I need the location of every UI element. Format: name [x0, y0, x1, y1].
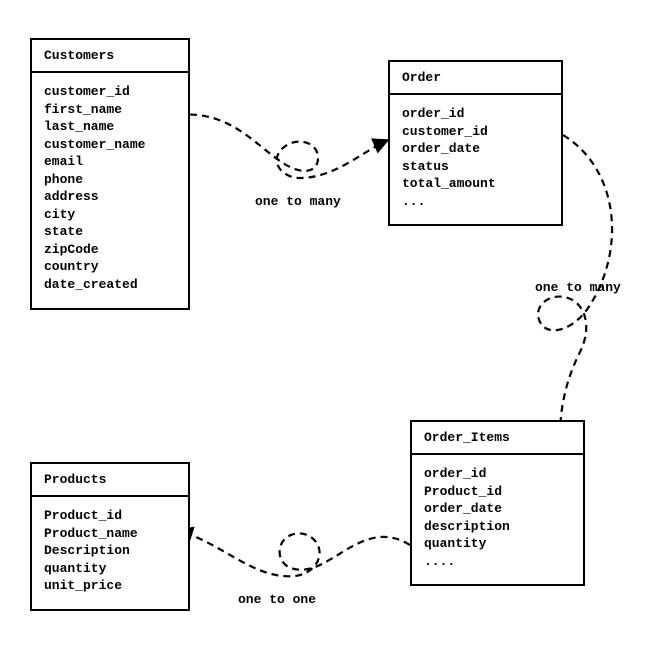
field: Product_id — [44, 507, 176, 525]
field: quantity — [44, 560, 176, 578]
field: order_id — [402, 105, 549, 123]
rel-customers-order — [178, 115, 388, 178]
label-order-orderitems: one to many — [535, 280, 621, 295]
field: address — [44, 188, 176, 206]
field: date_created — [44, 276, 176, 294]
field: ... — [402, 193, 549, 211]
field: email — [44, 153, 176, 171]
entity-customers-body: customer_id first_name last_name custome… — [32, 73, 188, 308]
field: Product_name — [44, 525, 176, 543]
field: quantity — [424, 535, 571, 553]
field: description — [424, 518, 571, 536]
field: order_id — [424, 465, 571, 483]
field: order_date — [402, 140, 549, 158]
rel-orderitems-products — [178, 530, 410, 576]
field: zipCode — [44, 241, 176, 259]
field: country — [44, 258, 176, 276]
field: last_name — [44, 118, 176, 136]
field: customer_name — [44, 136, 176, 154]
label-orderitems-products: one to one — [238, 592, 316, 607]
label-customers-order: one to many — [255, 194, 341, 209]
field: first_name — [44, 101, 176, 119]
field: status — [402, 158, 549, 176]
entity-order-items-body: order_id Product_id order_date descripti… — [412, 455, 583, 584]
entity-products-title: Products — [32, 464, 188, 497]
entity-order-items: Order_Items order_id Product_id order_da… — [410, 420, 585, 586]
entity-order-body: order_id customer_id order_date status t… — [390, 95, 561, 224]
field: total_amount — [402, 175, 549, 193]
field: city — [44, 206, 176, 224]
field: unit_price — [44, 577, 176, 595]
entity-products-body: Product_id Product_name Description quan… — [32, 497, 188, 609]
field: customer_id — [44, 83, 176, 101]
entity-products: Products Product_id Product_name Descrip… — [30, 462, 190, 611]
field: Product_id — [424, 483, 571, 501]
field: phone — [44, 171, 176, 189]
field: .... — [424, 553, 571, 571]
field: Description — [44, 542, 176, 560]
entity-customers-title: Customers — [32, 40, 188, 73]
entity-order-title: Order — [390, 62, 561, 95]
entity-order-items-title: Order_Items — [412, 422, 583, 455]
field: order_date — [424, 500, 571, 518]
entity-order: Order order_id customer_id order_date st… — [388, 60, 563, 226]
field: customer_id — [402, 123, 549, 141]
entity-customers: Customers customer_id first_name last_na… — [30, 38, 190, 310]
field: state — [44, 223, 176, 241]
